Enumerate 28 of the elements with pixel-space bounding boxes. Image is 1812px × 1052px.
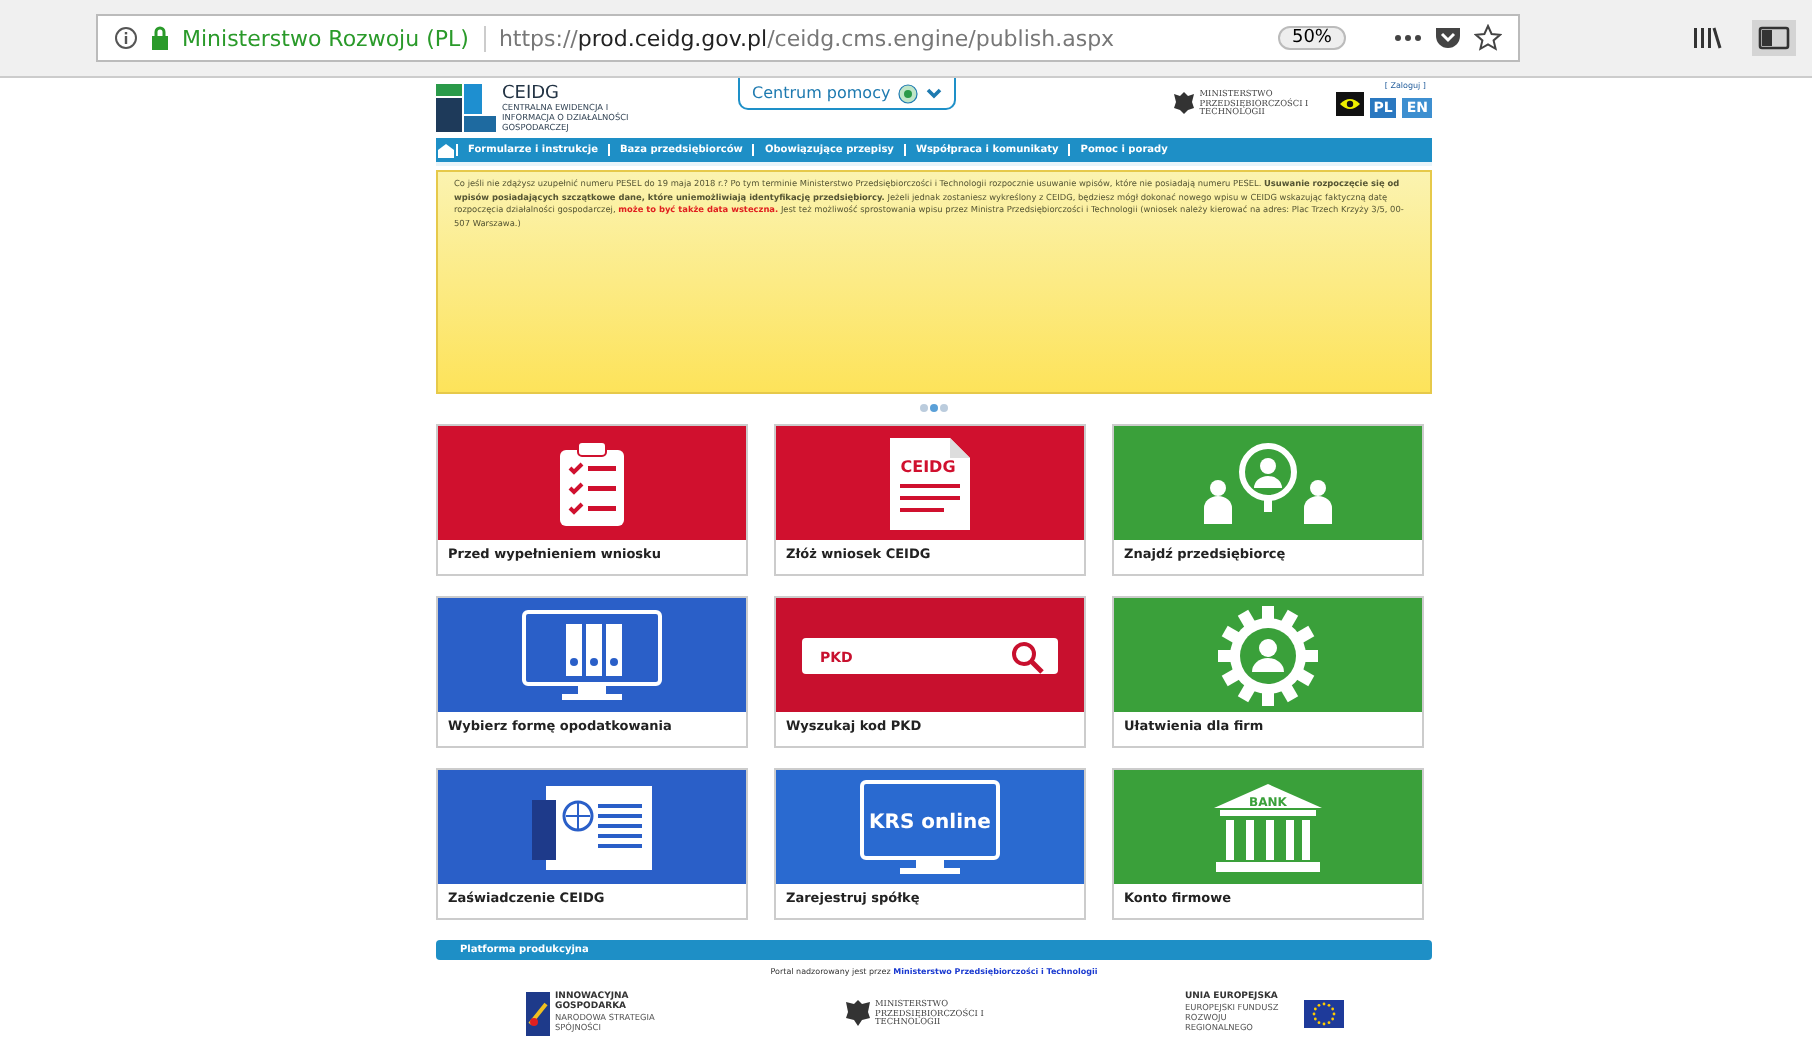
eu-flag-icon <box>1303 999 1343 1028</box>
logo-title: CEIDG <box>502 84 560 104</box>
gear-person-icon <box>1218 605 1318 705</box>
more-icon[interactable] <box>1394 34 1422 42</box>
slider-dot[interactable] <box>920 404 928 412</box>
info-icon[interactable] <box>114 26 138 50</box>
eagle-emblem-icon <box>845 1000 869 1027</box>
help-center-tab[interactable]: Centrum pomocy <box>738 78 957 110</box>
site-identity[interactable]: Ministerstwo Rozwoju (PL) <box>182 25 487 51</box>
pocket-icon[interactable] <box>1434 26 1462 50</box>
accessibility-eye-icon[interactable] <box>1335 92 1364 116</box>
star-icon[interactable] <box>1474 24 1502 52</box>
logo-icon <box>436 84 496 133</box>
document-icon: CEIDG <box>888 435 972 531</box>
slider-dot[interactable] <box>930 404 938 412</box>
eagle-emblem-icon <box>1173 92 1194 115</box>
certificate-icon <box>530 783 654 871</box>
slider-dot[interactable] <box>940 404 948 412</box>
library-icon[interactable] <box>1692 26 1724 50</box>
address-bar[interactable]: Ministerstwo Rozwoju (PL) https://prod.ceidg.gov.pl/ceidg.cms.engine/publish.aspx 50% <box>96 14 1520 62</box>
lock-icon[interactable] <box>150 26 170 50</box>
monitor-binders-icon <box>522 609 662 701</box>
home-icon[interactable] <box>436 142 456 158</box>
chevron-down-icon <box>926 87 943 99</box>
url-text[interactable]: https://prod.ceidg.gov.pl/ceidg.cms.engine/publish.aspx <box>498 25 1266 51</box>
sidebar-icon[interactable] <box>1758 26 1790 50</box>
zoom-badge[interactable]: 50% <box>1277 26 1346 50</box>
innovation-logo-icon <box>525 992 549 1036</box>
